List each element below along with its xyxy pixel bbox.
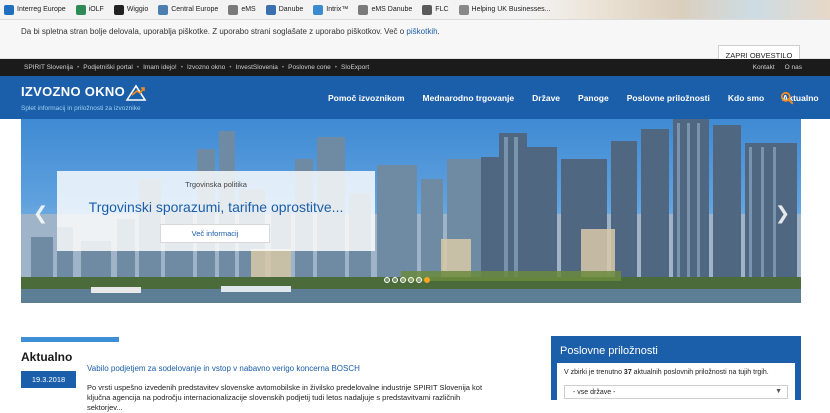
main-nav-item[interactable]: Mednarodno trgovanje — [423, 93, 515, 103]
bookmark-label: eMS — [241, 6, 256, 13]
bookmark-favicon-icon — [422, 4, 433, 15]
slide-indicator-dot[interactable] — [424, 277, 430, 283]
bookmark-favicon-icon — [228, 4, 239, 15]
utility-links: Kontakt O nas — [743, 59, 802, 76]
site-header: IZVOZNO OKNO Splet informacij in priložn… — [0, 76, 830, 119]
opportunities-title: Poslovne priložnosti — [560, 345, 658, 357]
bookmark-favicon-icon — [75, 4, 86, 15]
bookmarks-bar-background — [530, 0, 830, 19]
bookmark-label: Helping UK Businesses... — [471, 6, 551, 13]
search-icon[interactable] — [780, 91, 794, 105]
bookmark-favicon-icon — [113, 4, 124, 15]
portal-link[interactable]: Poslovne cone — [288, 64, 331, 71]
separator: • — [77, 64, 80, 71]
news-date-badge: 19.3.2018 — [21, 371, 76, 388]
slide-indicator-dot[interactable] — [392, 277, 398, 283]
next-slide-arrow[interactable]: ❯ — [775, 203, 790, 224]
hero-title[interactable]: Trgovinski sporazumi, tarifne oprostitve… — [57, 199, 375, 215]
bookmarks-bar: Interreg Europe iOLF Wiggio Central Europe e… — [0, 0, 830, 20]
bookmark-favicon-icon — [358, 4, 369, 15]
news-section-heading: Aktualno — [21, 350, 73, 364]
more-info-button[interactable]: Več informacij — [160, 224, 270, 243]
bookmark-label: Danube — [278, 6, 304, 13]
utility-link[interactable]: O nas — [785, 64, 802, 71]
opportunities-body: V zbirki je trenutno 37 aktualnih poslov… — [557, 363, 795, 400]
bookmark-item[interactable]: Helping UK Businesses... — [458, 4, 551, 15]
cookie-banner: Da bi spletna stran bolje delovala, upor… — [0, 20, 830, 65]
separator: • — [334, 64, 338, 71]
site-logo[interactable]: IZVOZNO OKNO — [21, 84, 125, 99]
portal-link[interactable]: SPIRIT Slovenija — [24, 64, 73, 71]
portal-link[interactable]: Podjetniški portal — [83, 64, 133, 71]
opportunities-count: 37 — [623, 369, 632, 376]
separator: • — [281, 64, 285, 71]
slide-indicator-dot[interactable] — [384, 277, 390, 283]
bookmark-label: Intrix™ — [326, 6, 349, 13]
portal-link[interactable]: Izvozno okno — [187, 64, 225, 71]
separator: • — [136, 64, 140, 71]
summary-prefix: V zbirki je trenutno — [564, 369, 624, 376]
portal-link[interactable]: InvestSlovenia — [236, 64, 278, 71]
bookmark-label: Central Europe — [171, 6, 219, 13]
portal-link[interactable]: Imam idejo! — [143, 64, 177, 71]
bookmark-favicon-icon — [313, 4, 324, 15]
bookmark-item[interactable]: Wiggio — [113, 4, 149, 15]
main-nav-item[interactable]: Pomoč izvoznikom — [328, 93, 405, 103]
main-nav-item[interactable]: Kdo smo — [728, 93, 764, 103]
bookmark-favicon-icon — [158, 4, 169, 15]
portal-link[interactable]: SloExport — [341, 64, 369, 71]
section-accent-bar — [21, 337, 119, 342]
chevron-down-icon: ▼ — [775, 388, 782, 395]
previous-slide-arrow[interactable]: ❮ — [33, 203, 48, 224]
slider-pagination — [384, 277, 432, 283]
separator: • — [229, 64, 232, 71]
bookmark-label: iOLF — [88, 6, 104, 13]
logo-mark-icon — [125, 84, 147, 101]
summary-suffix: aktualnih poslovnih priložnosti na tujih… — [631, 369, 769, 376]
business-opportunities-panel: Poslovne priložnosti V zbirki je trenutn… — [551, 336, 801, 400]
country-select[interactable]: - vse države - ▼ — [564, 385, 788, 399]
bookmark-item[interactable]: Intrix™ — [313, 4, 349, 15]
bookmark-item[interactable]: Danube — [265, 4, 304, 15]
news-item-excerpt: Po vrsti uspešno izvedenih predstavitev … — [87, 383, 483, 412]
cookie-text: Da bi spletna stran bolje delovala, upor… — [21, 27, 440, 36]
bookmark-item[interactable]: eMS Danube — [358, 4, 413, 15]
bookmark-item[interactable]: eMS — [228, 4, 256, 15]
bookmark-item[interactable]: FLC — [422, 4, 449, 15]
main-navigation: Pomoč izvoznikom Mednarodno trgovanje Drža… — [328, 76, 830, 119]
top-utility-bar: SPIRIT Slovenija • Podjetniški portal • Imam… — [0, 59, 830, 76]
hero-slider: ❮ ❯ Trgovinska politika Trgovinski spora… — [21, 119, 801, 303]
bookmark-favicon-icon — [265, 4, 276, 15]
bookmark-favicon-icon — [4, 4, 14, 15]
main-nav-item[interactable]: Poslovne priložnosti — [627, 93, 710, 103]
country-select-value: - vse države - — [573, 388, 616, 396]
bookmark-item[interactable]: iOLF — [75, 4, 104, 15]
bookmark-label: eMS Danube — [371, 6, 413, 13]
bookmark-item[interactable]: Central Europe — [158, 4, 219, 15]
main-nav-item[interactable]: Panoge — [578, 93, 609, 103]
slide-indicator-dot[interactable] — [400, 277, 406, 283]
cookie-policy-link[interactable]: piškotkih — [406, 27, 437, 36]
opportunities-summary: V zbirki je trenutno 37 aktualnih poslov… — [564, 369, 769, 376]
separator: • — [180, 64, 183, 71]
slide-indicator-dot[interactable] — [408, 277, 414, 283]
cookie-message: Da bi spletna stran bolje delovala, upor… — [21, 27, 407, 36]
bookmark-label: FLC — [435, 6, 449, 13]
bookmark-label: Interreg Europe — [17, 6, 66, 13]
bookmark-item[interactable]: Interreg Europe — [4, 4, 66, 15]
main-nav-item[interactable]: Države — [532, 93, 560, 103]
bookmark-label: Wiggio — [126, 6, 149, 13]
bookmarks-list: Interreg Europe iOLF Wiggio Central Europe e… — [4, 4, 561, 15]
slide-indicator-dot[interactable] — [416, 277, 422, 283]
hero-category[interactable]: Trgovinska politika — [57, 180, 375, 189]
bookmark-favicon-icon — [458, 4, 469, 15]
hero-caption-card: Trgovinska politika Trgovinski sporazumi… — [57, 171, 375, 251]
portal-links: SPIRIT Slovenija • Podjetniški portal • Imam… — [24, 59, 369, 76]
news-item-title[interactable]: Vabilo podjetjem za sodelovanje in vstop… — [87, 364, 360, 373]
utility-link[interactable]: Kontakt — [753, 64, 775, 71]
site-tagline: Splet informacij in priložnosti za izvoz… — [21, 105, 141, 112]
